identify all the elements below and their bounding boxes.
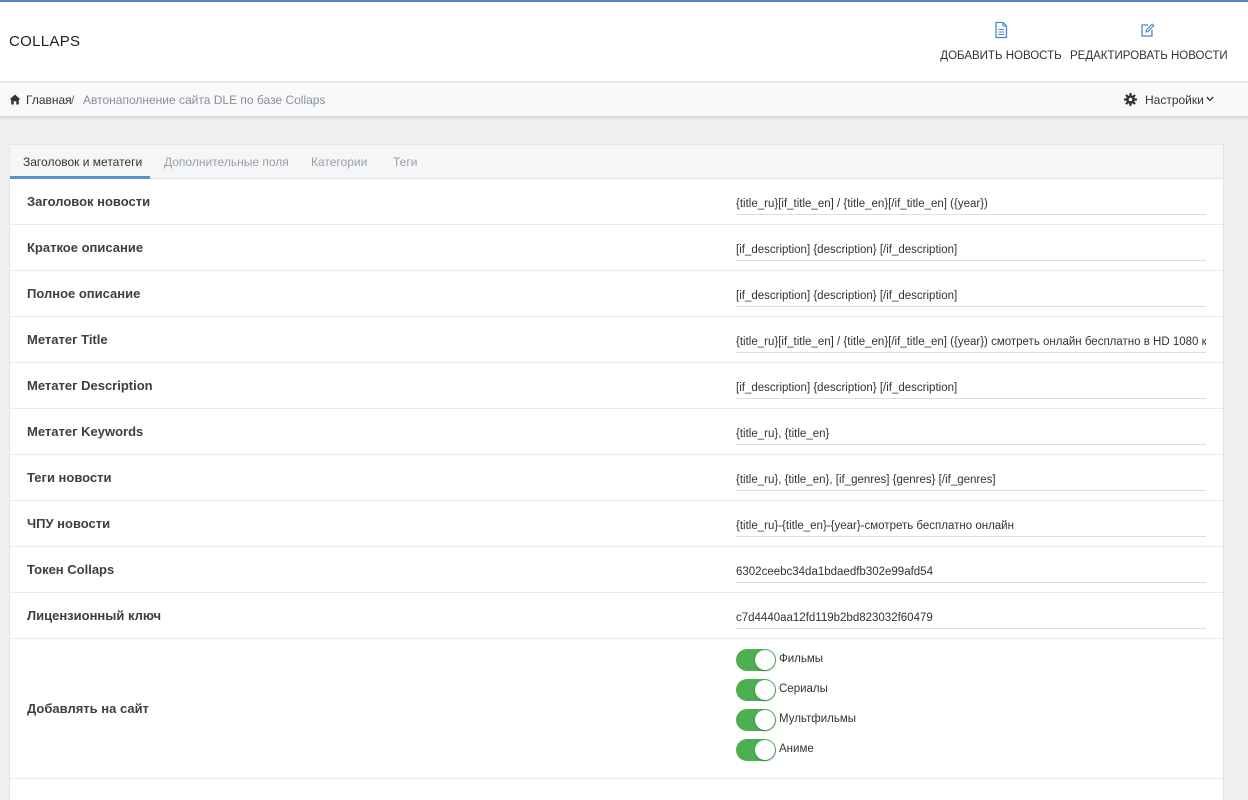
field-label: Токен Collaps bbox=[27, 562, 115, 577]
toggle-knob bbox=[755, 680, 775, 700]
toggle-label: Фильмы bbox=[779, 653, 824, 665]
meta-keywords-input[interactable] bbox=[736, 421, 1206, 445]
toggle-knob bbox=[755, 740, 775, 760]
toggle-label: Сериалы bbox=[779, 683, 828, 695]
settings-panel: Заголовок и метатеги Дополнительные поля… bbox=[9, 144, 1224, 800]
home-icon bbox=[9, 94, 21, 105]
field-row-news-title: Заголовок новости bbox=[10, 179, 1223, 225]
settings-label: Настройки bbox=[1145, 93, 1204, 107]
breadcrumb: Главная / Автонаполнение сайта DLE по ба… bbox=[0, 83, 1248, 117]
meta-description-input[interactable] bbox=[736, 375, 1206, 399]
news-title-input[interactable] bbox=[736, 191, 1206, 215]
tab-tags[interactable]: Теги bbox=[393, 155, 417, 169]
toggle-knob bbox=[755, 710, 775, 730]
toggle-switch[interactable] bbox=[736, 649, 776, 671]
field-row-meta-description: Метатег Description bbox=[10, 363, 1223, 409]
app-logo[interactable]: COLLAPS bbox=[9, 33, 80, 50]
field-row-collaps-token: Токен Collaps bbox=[10, 547, 1223, 593]
breadcrumb-home-link[interactable]: Главная bbox=[26, 93, 72, 107]
chevron-down-icon bbox=[1206, 96, 1214, 102]
field-row-meta-title: Метатег Title bbox=[10, 317, 1223, 363]
breadcrumb-current: Автонаполнение сайта DLE по базе Collaps bbox=[83, 93, 326, 107]
gear-icon bbox=[1124, 93, 1137, 106]
news-tags-input[interactable] bbox=[736, 467, 1206, 491]
field-label: Добавлять на сайт bbox=[27, 701, 149, 716]
app-header: COLLAPS ДОБАВИТЬ НОВОСТЬ РЕДАКТИРОВАТЬ Н… bbox=[0, 2, 1248, 82]
field-label: Лицензионный ключ bbox=[27, 608, 162, 623]
edit-icon bbox=[1141, 23, 1155, 37]
field-row-news-tags: Теги новости bbox=[10, 455, 1223, 501]
toggle-label: Аниме bbox=[779, 743, 814, 755]
tab-categories[interactable]: Категории bbox=[311, 155, 367, 169]
toggle-label: Мультфильмы bbox=[779, 713, 857, 725]
breadcrumb-separator: / bbox=[71, 93, 75, 107]
field-label: Метатег Description bbox=[27, 378, 153, 393]
toggle-switch[interactable] bbox=[736, 679, 776, 701]
field-label: Теги новости bbox=[27, 470, 112, 485]
document-icon bbox=[995, 21, 1008, 39]
field-row-license-key: Лицензионный ключ bbox=[10, 593, 1223, 639]
field-label: ЧПУ новости bbox=[27, 516, 111, 531]
tab-bar: Заголовок и метатеги Дополнительные поля… bbox=[10, 145, 1223, 179]
add-news-label: ДОБАВИТЬ НОВОСТЬ bbox=[940, 50, 1062, 62]
collaps-token-input[interactable] bbox=[736, 559, 1206, 583]
edit-news-button[interactable]: РЕДАКТИРОВАТЬ НОВОСТИ bbox=[1070, 2, 1228, 82]
edit-news-label: РЕДАКТИРОВАТЬ НОВОСТИ bbox=[1070, 50, 1228, 62]
toggle-switch[interactable] bbox=[736, 709, 776, 731]
field-label: Метатег Keywords bbox=[27, 424, 144, 439]
short-description-input[interactable] bbox=[736, 237, 1206, 261]
license-key-input[interactable] bbox=[736, 605, 1206, 629]
field-row-add-to-site: Добавлять на сайт Фильмы Сериалы Мультфи… bbox=[10, 639, 1223, 779]
field-row-full-description: Полное описание bbox=[10, 271, 1223, 317]
news-slug-input[interactable] bbox=[736, 513, 1206, 537]
field-row-short-description: Краткое описание bbox=[10, 225, 1223, 271]
field-label: Краткое описание bbox=[27, 240, 144, 255]
meta-title-input[interactable] bbox=[736, 329, 1206, 353]
field-label: Полное описание bbox=[27, 286, 141, 301]
tab-extra-fields[interactable]: Дополнительные поля bbox=[164, 155, 289, 169]
full-description-input[interactable] bbox=[736, 283, 1206, 307]
field-row-news-slug: ЧПУ новости bbox=[10, 501, 1223, 547]
field-row-meta-keywords: Метатег Keywords bbox=[10, 409, 1223, 455]
field-label: Метатег Title bbox=[27, 332, 108, 347]
field-label: Заголовок новости bbox=[27, 194, 151, 209]
tab-title-meta[interactable]: Заголовок и метатеги bbox=[23, 155, 142, 169]
form-rows: Заголовок новости Краткое описание Полно… bbox=[10, 179, 1223, 779]
toggle-knob bbox=[755, 650, 775, 670]
add-news-button[interactable]: ДОБАВИТЬ НОВОСТЬ bbox=[940, 2, 1062, 82]
toggle-switch[interactable] bbox=[736, 739, 776, 761]
